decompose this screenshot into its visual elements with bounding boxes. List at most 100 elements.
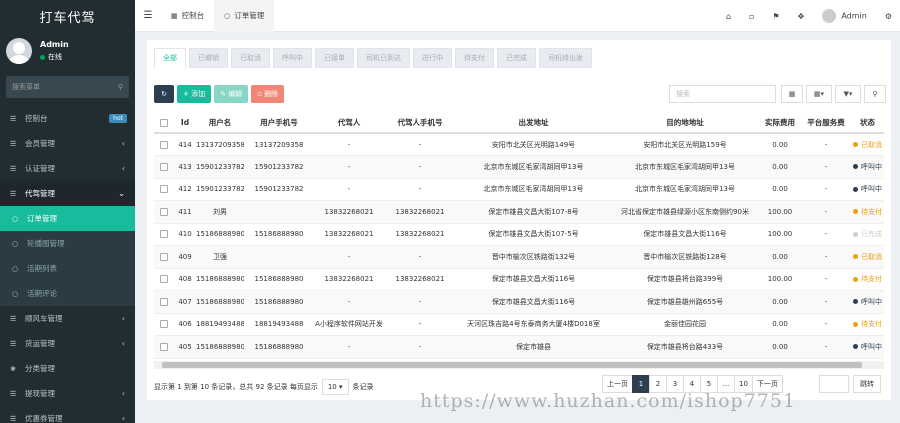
tab-orders[interactable]: ○ 订单管理	[214, 0, 275, 32]
fullscreen-icon[interactable]: ✥	[798, 12, 805, 21]
menu-toggle-icon[interactable]: ☰	[135, 10, 161, 21]
table-row[interactable]: 413 15901233782 15901233782- - 北京市东城区毛家湾胡同甲1…	[154, 155, 884, 179]
horizontal-scrollbar[interactable]	[154, 361, 884, 369]
home-icon[interactable]: ⌂	[726, 12, 731, 21]
status-dot-icon	[853, 209, 858, 215]
search-icon[interactable]: ⚲	[118, 83, 123, 91]
table-row[interactable]: 407 15186888980 15186888980- - 保定市雄县文昌大街116号…	[154, 290, 884, 314]
table-cell: 保定市雄县将台路399号	[611, 268, 759, 291]
table-row[interactable]: 411 刘男 13832268021 13832268021 保定市雄县文昌大街107-…	[154, 200, 884, 224]
table-cell: 13137209358	[244, 133, 314, 156]
row-checkbox[interactable]	[154, 155, 174, 179]
sidebar-item-banners[interactable]: ○ 轮播图管理	[0, 231, 135, 256]
row-checkbox[interactable]	[154, 223, 174, 246]
sidebar-item-comments[interactable]: ○ 活期评论	[0, 281, 135, 306]
row-checkbox[interactable]	[154, 313, 174, 336]
table-cell: 0.00	[759, 178, 801, 201]
column-header[interactable]: 出发地址	[456, 112, 611, 134]
add-button[interactable]: + 添加	[177, 85, 212, 103]
chevron-down-icon: ⌄	[118, 189, 125, 198]
table-row[interactable]: 410 15186888980 15186888980 13832268021 1383…	[154, 223, 884, 246]
trash-icon[interactable]: ▫	[749, 12, 754, 21]
row-checkbox[interactable]	[154, 290, 174, 314]
table-cell: 0.00	[759, 155, 801, 179]
page-size-select[interactable]: 10 ▾	[321, 379, 349, 395]
filter-tab[interactable]: 已接单	[315, 48, 354, 68]
jump-button[interactable]: 跳转	[853, 375, 881, 393]
sidebar-item-carpool[interactable]: ☰ 顺风车管理 ‹	[0, 306, 135, 331]
refresh-icon: ↻	[161, 90, 167, 98]
filter-tab[interactable]: 待支付	[455, 48, 494, 68]
table-cell: 0.00	[759, 133, 801, 156]
sidebar-item-activities[interactable]: ○ 活期列表	[0, 256, 135, 281]
sidebar-item-members[interactable]: ☰ 会员管理 ‹	[0, 131, 135, 156]
user-menu[interactable]: Admin	[822, 9, 867, 23]
sidebar-item-orders[interactable]: ○ 订单管理	[0, 206, 135, 231]
gear-icon[interactable]: ⚙	[885, 12, 892, 21]
menu-search-input[interactable]: 搜索菜单 ⚲	[6, 76, 129, 98]
filter-tab[interactable]: 已完成	[497, 48, 536, 68]
filter-tab[interactable]: 司机待出发	[539, 48, 592, 68]
app-logo[interactable]: 打车代驾	[0, 0, 135, 32]
filter-tab[interactable]: 呼叫中	[273, 48, 312, 68]
column-header[interactable]: 目的地地址	[611, 112, 759, 134]
table-cell	[244, 245, 314, 269]
sidebar-item-freight[interactable]: ☰ 货运管理 ‹	[0, 331, 135, 356]
filter-tab[interactable]: 已取消	[231, 48, 270, 68]
row-checkbox[interactable]	[154, 245, 174, 269]
filter-tab[interactable]: 已撤销	[189, 48, 228, 68]
column-header[interactable]: 用户手机号	[244, 112, 314, 134]
avatar	[6, 38, 32, 64]
table-cell: 15186888980	[244, 268, 314, 291]
columns-button[interactable]: ▦▾	[806, 85, 832, 103]
orders-table: Id 用户名 用户手机号 代驾人 代驾人手机号 出发地址 目的地地址 实际费用 …	[154, 112, 884, 359]
edit-button[interactable]: ✎ 编辑	[214, 85, 249, 103]
table-row[interactable]: 414 13137209358 13137209358- - 安阳市北关区光明路149号…	[154, 133, 884, 156]
column-header[interactable]: 状态	[851, 112, 884, 134]
column-header[interactable]: Id	[174, 112, 196, 134]
sidebar-item-withdraw[interactable]: ☰ 提现管理 ‹	[0, 381, 135, 406]
toggle-view-button[interactable]: ▦	[781, 85, 803, 103]
filter-tab[interactable]: 进行中	[413, 48, 452, 68]
sidebar-item-driving[interactable]: ☰ 代驾管理 ⌄	[0, 181, 135, 206]
table-row[interactable]: 412 15901233782 15901233782- - 北京市东城区毛家湾胡同甲1…	[154, 178, 884, 201]
row-checkbox[interactable]	[154, 178, 174, 201]
export-button[interactable]: ▼▾	[835, 85, 861, 103]
table-cell: -	[801, 290, 851, 314]
row-checkbox[interactable]	[154, 200, 174, 224]
scrollbar-thumb[interactable]	[162, 362, 862, 368]
sidebar-item-auth[interactable]: ☰ 认证管理 ‹	[0, 156, 135, 181]
tab-dashboard[interactable]: ▦ 控制台	[161, 0, 214, 32]
sidebar-item-coupons[interactable]: ☰ 优惠券管理 ‹	[0, 406, 135, 423]
delete-button[interactable]: ▫ 删除	[251, 85, 285, 103]
select-all-checkbox[interactable]	[154, 112, 174, 134]
table-cell: 保定市雄县文昌大街107-5号	[456, 223, 611, 246]
filter-tab[interactable]: 司机已到达	[357, 48, 410, 68]
row-checkbox[interactable]	[154, 268, 174, 291]
table-cell: -	[801, 155, 851, 179]
column-header[interactable]: 实际费用	[759, 112, 801, 134]
sidebar-item-dashboard[interactable]: ☰ 控制台 hot	[0, 106, 135, 131]
table-cell: -	[384, 313, 456, 336]
row-checkbox[interactable]	[154, 335, 174, 359]
column-header[interactable]: 平台服务费	[801, 112, 851, 134]
sidebar-item-categories[interactable]: ❀ 分类管理	[0, 356, 135, 381]
table-search-input[interactable]: 搜索	[669, 85, 776, 103]
column-header[interactable]: 用户名	[196, 112, 244, 134]
table-row[interactable]: 406 18819493488 18819493488 A小程序软件网站开发 - 天河区珠…	[154, 313, 884, 336]
table-cell: -	[314, 335, 384, 359]
status-badge: 呼叫中	[851, 178, 884, 201]
table-row[interactable]: 409 卫强 - - 晋中市榆次区铁路街132号 晋中市榆次区铁路街128号 0.00- 已取…	[154, 245, 884, 269]
language-icon[interactable]: ⚑	[772, 12, 779, 21]
row-checkbox[interactable]	[154, 133, 174, 156]
search-toggle-button[interactable]: ⚲	[864, 85, 886, 103]
column-header[interactable]: 代驾人	[314, 112, 384, 134]
table-row[interactable]: 408 15186888980 15186888980 13832268021 1383…	[154, 268, 884, 291]
table-row[interactable]: 405 15186888980 15186888980- - 保定市雄县 保定市雄县将台路…	[154, 335, 884, 359]
table-cell: -	[801, 245, 851, 269]
jump-page-input[interactable]	[819, 375, 849, 393]
table-icon: ▦	[788, 90, 796, 98]
column-header[interactable]: 代驾人手机号	[384, 112, 456, 134]
filter-tab-all[interactable]: 全部	[154, 48, 186, 68]
refresh-button[interactable]: ↻	[154, 85, 174, 103]
